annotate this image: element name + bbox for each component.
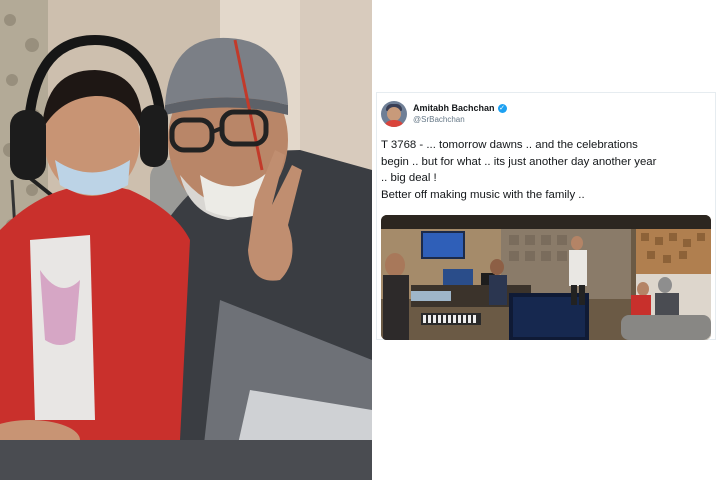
avatar[interactable] — [381, 101, 407, 127]
avatar-face — [387, 107, 401, 121]
left-photo-illustration — [0, 0, 372, 480]
tweet-text-line: .. big deal ! — [381, 172, 437, 184]
avatar-shirt — [383, 120, 405, 127]
tweet-text-line: T 3768 - ... tomorrow dawns .. and the c… — [381, 139, 638, 151]
tweet-media-image[interactable] — [381, 215, 711, 340]
verified-badge-icon: ✓ — [497, 103, 507, 113]
tweet-card: Amitabh Bachchan ✓ @SrBachchan T 3768 - … — [376, 92, 716, 340]
tweet-author-row: Amitabh Bachchan ✓ — [413, 103, 507, 113]
display-name[interactable]: Amitabh Bachchan — [413, 103, 495, 113]
tweet-text-line: begin .. but for what .. its just anothe… — [381, 155, 657, 168]
studio-illustration — [381, 215, 711, 340]
left-photo — [0, 0, 372, 480]
tweet-text-line: Better off making music with the family … — [381, 188, 585, 201]
tweet-text: T 3768 - ... tomorrow dawns .. and the c… — [381, 137, 713, 203]
user-handle[interactable]: @SrBachchan — [413, 115, 465, 124]
